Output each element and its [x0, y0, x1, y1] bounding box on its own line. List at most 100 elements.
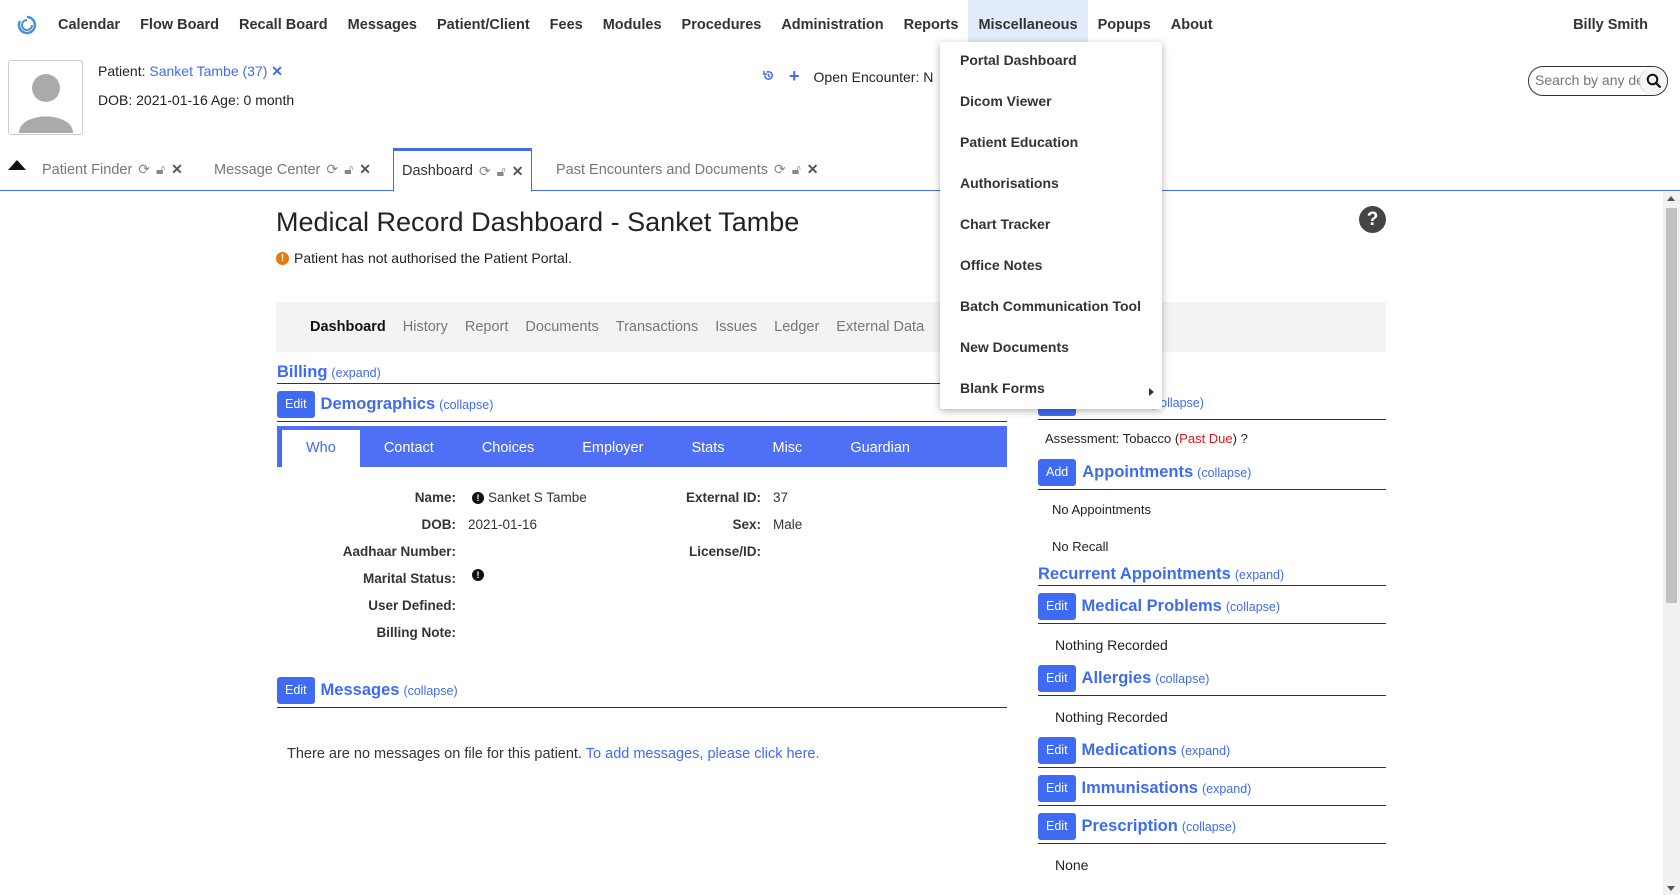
history-icon[interactable]	[762, 69, 775, 85]
demo-tab-stats[interactable]: Stats	[667, 430, 748, 467]
nav-procedures[interactable]: Procedures	[672, 0, 772, 50]
menu-dicom-viewer[interactable]: Dicom Viewer	[960, 93, 1052, 109]
close-tab-icon[interactable]: ✕	[359, 161, 371, 178]
tab-dashboard[interactable]: Dashboard ⟳ 🔓︎ ✕	[393, 148, 533, 192]
vertical-scrollbar[interactable]	[1663, 192, 1680, 895]
medications-edit-button[interactable]: Edit	[1038, 737, 1076, 764]
tab-past-encounters[interactable]: Past Encounters and Documents ⟳ 🔓︎ ✕	[548, 148, 827, 191]
menu-batch-communication-tool[interactable]: Batch Communication Tool	[960, 298, 1141, 314]
demo-tab-contact[interactable]: Contact	[360, 430, 458, 467]
nav-administration[interactable]: Administration	[771, 0, 893, 50]
demographics-title[interactable]: Demographics	[321, 395, 436, 414]
appointments-title[interactable]: Appointments	[1082, 463, 1193, 482]
search-icon[interactable]	[1639, 67, 1667, 95]
medications-toggle[interactable]: (expand)	[1181, 744, 1230, 758]
nav-fees[interactable]: Fees	[540, 0, 593, 50]
patient-label: Patient:	[98, 63, 146, 79]
add-messages-link[interactable]: To add messages, please click here.	[586, 746, 820, 762]
close-tab-icon[interactable]: ✕	[512, 163, 524, 180]
help-icon[interactable]: ?	[1359, 206, 1386, 233]
immunisations-edit-button[interactable]: Edit	[1038, 775, 1076, 802]
subnav-transactions[interactable]: Transactions	[616, 319, 698, 335]
info-icon[interactable]: !	[472, 569, 484, 581]
demographics-edit-button[interactable]: Edit	[277, 391, 315, 418]
medical-problems-section-header: Edit Medical Problems (collapse)	[1038, 590, 1386, 624]
close-tab-icon[interactable]: ✕	[171, 161, 183, 178]
reminder-help[interactable]: ?	[1241, 431, 1248, 446]
medical-problems-toggle[interactable]: (collapse)	[1226, 600, 1280, 614]
messages-title[interactable]: Messages	[321, 681, 400, 700]
immunisations-title[interactable]: Immunisations	[1082, 779, 1198, 798]
demographics-toggle[interactable]: (collapse)	[439, 398, 493, 412]
allergies-edit-button[interactable]: Edit	[1038, 665, 1076, 692]
refresh-icon[interactable]: ⟳	[774, 161, 786, 178]
subnav-external-data[interactable]: External Data	[836, 319, 924, 335]
subnav-ledger[interactable]: Ledger	[774, 319, 819, 335]
medical-problems-title[interactable]: Medical Problems	[1082, 597, 1222, 616]
nav-modules[interactable]: Modules	[593, 0, 672, 50]
tab-label: Message Center	[214, 161, 321, 178]
refresh-icon[interactable]: ⟳	[326, 161, 338, 178]
refresh-icon[interactable]: ⟳	[138, 161, 150, 178]
demo-tab-misc[interactable]: Misc	[749, 430, 827, 467]
nav-messages[interactable]: Messages	[338, 0, 427, 50]
menu-portal-dashboard[interactable]: Portal Dashboard	[960, 52, 1077, 68]
messages-edit-button[interactable]: Edit	[277, 677, 315, 704]
recurrent-title[interactable]: Recurrent Appointments	[1038, 565, 1231, 584]
tab-message-center[interactable]: Message Center ⟳ 🔓︎ ✕	[206, 148, 379, 191]
menu-patient-education[interactable]: Patient Education	[960, 134, 1078, 150]
info-icon[interactable]: !	[472, 491, 484, 504]
appointments-toggle[interactable]: (collapse)	[1197, 466, 1251, 480]
patient-search-input[interactable]	[1529, 67, 1644, 93]
nav-patient-client[interactable]: Patient/Client	[427, 0, 540, 50]
menu-office-notes[interactable]: Office Notes	[960, 257, 1042, 273]
billing-title[interactable]: Billing	[277, 363, 327, 382]
nav-recall-board[interactable]: Recall Board	[229, 0, 338, 50]
menu-new-documents[interactable]: New Documents	[960, 339, 1069, 355]
menu-blank-forms[interactable]: Blank Forms	[960, 380, 1045, 396]
subnav-history[interactable]: History	[403, 319, 448, 335]
menu-authorisations[interactable]: Authorisations	[960, 175, 1059, 191]
unlock-icon[interactable]: 🔓︎	[344, 161, 353, 178]
scroll-up-arrow-icon[interactable]	[1667, 196, 1675, 201]
collapse-header-icon[interactable]	[8, 160, 26, 170]
unlock-icon[interactable]: 🔓︎	[156, 161, 165, 178]
prescription-title[interactable]: Prescription	[1082, 817, 1178, 836]
subnav-dashboard[interactable]: Dashboard	[310, 319, 386, 335]
demo-tab-who[interactable]: Who	[279, 430, 360, 467]
unlock-icon[interactable]: 🔓︎	[497, 163, 506, 180]
user-menu[interactable]: Billy Smith	[1573, 0, 1648, 50]
allergies-toggle[interactable]: (collapse)	[1155, 672, 1209, 686]
medications-title[interactable]: Medications	[1082, 741, 1177, 760]
nav-calendar[interactable]: Calendar	[48, 0, 130, 50]
immunisations-toggle[interactable]: (expand)	[1202, 782, 1251, 796]
menu-chart-tracker[interactable]: Chart Tracker	[960, 216, 1050, 232]
openemr-logo-icon[interactable]	[16, 14, 38, 36]
demo-tab-employer[interactable]: Employer	[558, 430, 667, 467]
scroll-thumb[interactable]	[1666, 208, 1677, 603]
close-patient-icon[interactable]: ✕	[271, 63, 283, 79]
refresh-icon[interactable]: ⟳	[479, 163, 491, 180]
scroll-down-arrow-icon[interactable]	[1667, 886, 1675, 891]
patient-dob-age: DOB: 2021-01-16 Age: 0 month	[98, 92, 295, 108]
new-encounter-plus-icon[interactable]: +	[789, 66, 800, 87]
billing-toggle[interactable]: (expand)	[331, 366, 380, 380]
subnav-documents[interactable]: Documents	[525, 319, 598, 335]
allergies-title[interactable]: Allergies	[1082, 669, 1152, 688]
prescription-edit-button[interactable]: Edit	[1038, 813, 1076, 840]
close-tab-icon[interactable]: ✕	[807, 161, 819, 178]
nav-flow-board[interactable]: Flow Board	[130, 0, 229, 50]
subnav-report[interactable]: Report	[465, 319, 509, 335]
nav-about[interactable]: About	[1161, 0, 1223, 50]
appointments-add-button[interactable]: Add	[1038, 459, 1077, 486]
prescription-toggle[interactable]: (collapse)	[1182, 820, 1236, 834]
medical-problems-edit-button[interactable]: Edit	[1038, 593, 1076, 620]
messages-toggle[interactable]: (collapse)	[403, 684, 457, 698]
demo-tab-choices[interactable]: Choices	[458, 430, 558, 467]
tab-patient-finder[interactable]: Patient Finder ⟳ 🔓︎ ✕	[34, 148, 191, 191]
demo-tab-guardian[interactable]: Guardian	[826, 430, 934, 467]
unlock-icon[interactable]: 🔓︎	[792, 161, 801, 178]
patient-name-link[interactable]: Sanket Tambe (37)	[149, 63, 267, 79]
subnav-issues[interactable]: Issues	[715, 319, 757, 335]
recurrent-toggle[interactable]: (expand)	[1235, 568, 1284, 582]
